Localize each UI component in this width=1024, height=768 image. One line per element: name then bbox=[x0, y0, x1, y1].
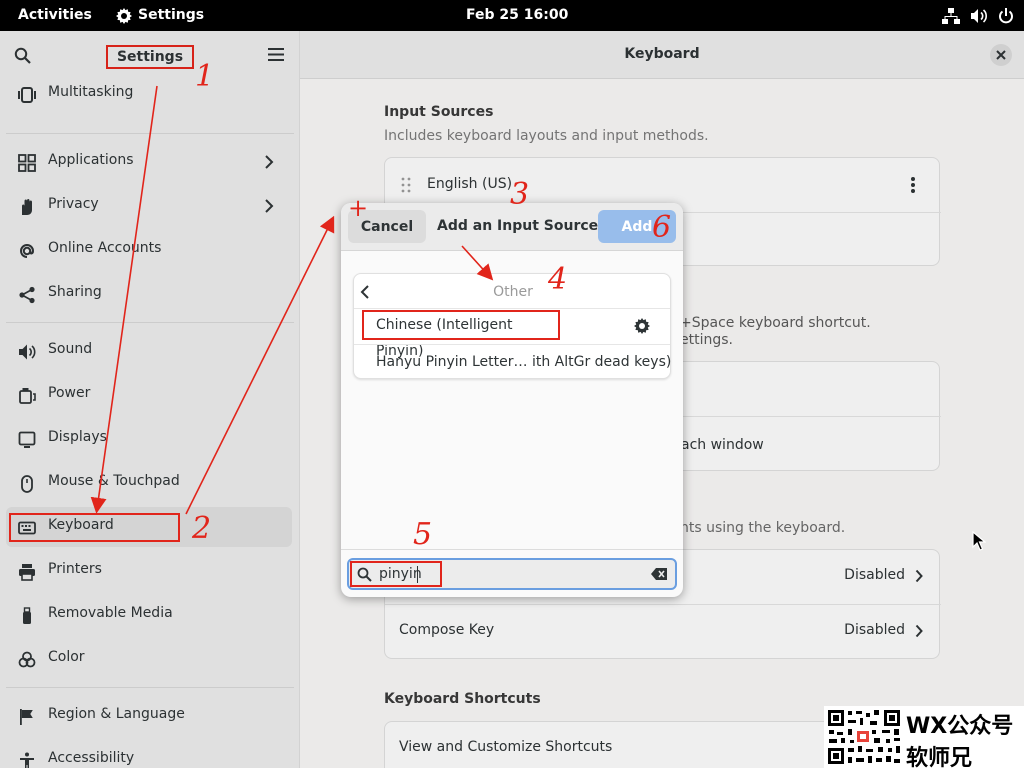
mouse-cursor-icon bbox=[972, 531, 986, 551]
add-button[interactable]: Add bbox=[598, 210, 676, 243]
list-item-hanyu-pinyin[interactable]: Hanyu Pinyin Letter… ith AltGr dead keys… bbox=[376, 354, 671, 370]
dialog-footer-divider bbox=[341, 549, 683, 550]
cancel-button[interactable]: Cancel bbox=[348, 210, 426, 243]
top-bar: Activities Settings Feb 25 16:00 bbox=[0, 0, 1024, 31]
clear-search-icon[interactable] bbox=[651, 568, 667, 580]
app-name: Settings bbox=[138, 7, 205, 23]
volume-icon bbox=[971, 8, 988, 23]
gear-icon bbox=[116, 7, 132, 24]
activities-button[interactable]: Activities bbox=[18, 0, 92, 31]
input-source-list: Other Chinese (Intelligent Pinyin) Hanyu… bbox=[353, 273, 671, 379]
watermark-line-2: 软师兄 bbox=[906, 746, 973, 768]
list-item-chinese-intelligent-pinyin[interactable]: Chinese (Intelligent Pinyin) bbox=[362, 310, 560, 359]
list-divider bbox=[354, 344, 670, 345]
text-caret bbox=[417, 566, 418, 583]
dialog-header: Cancel Add an Input Source Add bbox=[341, 203, 683, 251]
clock[interactable]: Feb 25 16:00 bbox=[466, 0, 568, 31]
search-icon bbox=[357, 567, 372, 582]
network-icon bbox=[942, 7, 960, 24]
watermark-line-1: WX公众号 bbox=[906, 714, 1014, 739]
search-value: pinyin bbox=[379, 566, 422, 582]
settings-gear-icon[interactable] bbox=[634, 318, 650, 334]
system-tray[interactable] bbox=[942, 0, 1014, 31]
app-menu[interactable]: Settings bbox=[116, 0, 204, 31]
search-input[interactable]: pinyin bbox=[347, 558, 677, 590]
category-label: Other bbox=[493, 284, 533, 300]
add-input-source-dialog: Cancel Add an Input Source Add Other Chi… bbox=[341, 203, 683, 597]
power-icon bbox=[999, 7, 1013, 23]
qr-code-icon bbox=[826, 708, 902, 766]
list-divider bbox=[354, 308, 670, 309]
watermark: WX公众号 软师兄 bbox=[824, 706, 1024, 768]
dialog-title: Add an Input Source bbox=[437, 218, 599, 234]
